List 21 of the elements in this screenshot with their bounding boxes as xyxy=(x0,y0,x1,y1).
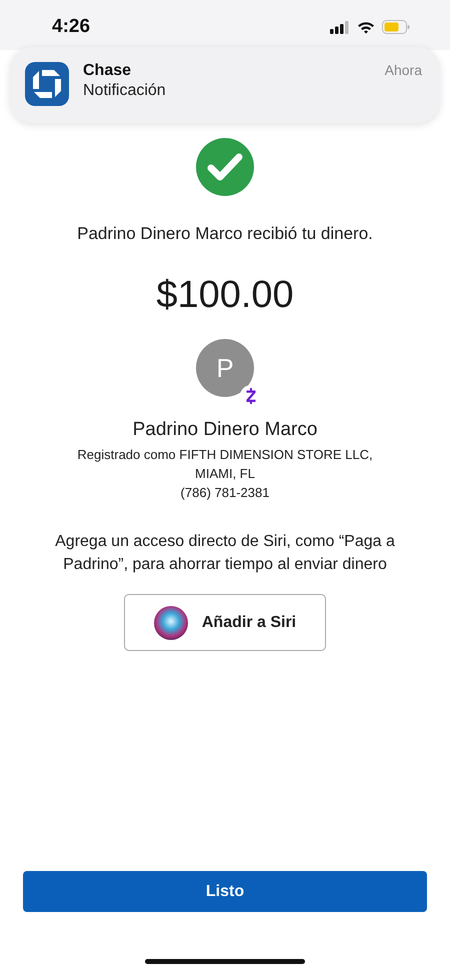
recipient-detail: MIAMI, FL xyxy=(195,466,255,481)
battery-icon xyxy=(382,20,410,34)
recipient-avatar: P xyxy=(196,339,254,397)
confirmation-message: Padrino Dinero Marco recibió tu dinero. xyxy=(77,224,373,244)
siri-suggestion-text: Agrega un acceso directo de Siri, como “Paga a Padrino”, para ahorrar tiempo al enviar dinero xyxy=(54,532,396,575)
notification-banner[interactable]: Chase Notificación Ahora xyxy=(10,47,440,123)
notification-message: Notificación xyxy=(83,82,167,100)
recipient-detail: (786) 781-2381 xyxy=(180,485,270,500)
signal-icon xyxy=(330,20,350,34)
recipient-detail: Registrado como FIFTH DIMENSION STORE LLC, xyxy=(77,447,373,462)
siri-icon xyxy=(154,606,188,640)
success-check-icon xyxy=(196,138,254,196)
notification-app-name: Chase xyxy=(83,62,132,80)
recipient-name: Padrino Dinero Marco xyxy=(132,419,318,441)
notification-time: Ahora xyxy=(384,62,422,78)
app-icon xyxy=(25,62,69,106)
wifi-icon xyxy=(357,20,375,34)
add-to-siri-button[interactable]: Añadir a Siri xyxy=(124,594,326,651)
status-time: 4:26 xyxy=(52,16,90,38)
amount: $100.00 xyxy=(156,274,294,317)
done-button[interactable]: Listo xyxy=(23,871,427,912)
